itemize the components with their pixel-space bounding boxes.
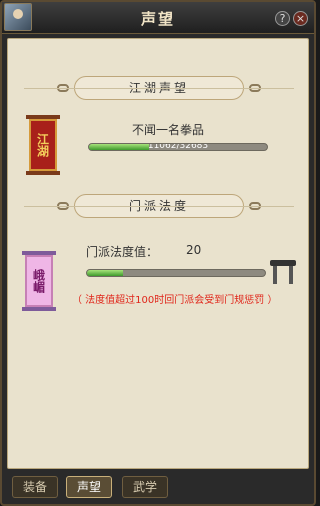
sect-law-progress-bar — [86, 269, 266, 277]
sect-law-value: 20 — [186, 243, 202, 257]
emei-banner-text: 峨嵋 — [25, 255, 53, 307]
sect-gate-icon[interactable] — [270, 260, 296, 284]
title-bar[interactable]: 声望 ? × — [2, 2, 314, 34]
emei-banner-icon: 峨嵋 — [22, 251, 56, 311]
content-panel: 江湖声望 江湖 不闻一名拳品 11062/32683 门派法度 峨嵋 门派法度值… — [7, 38, 309, 469]
help-button[interactable]: ? — [275, 11, 290, 26]
close-button[interactable]: × — [293, 11, 308, 26]
bottom-tabs: 装备 声望 武学 — [2, 474, 314, 504]
reputation-window: 声望 ? × 江湖声望 江湖 不闻一名拳品 11062/32683 门派法度 峨… — [0, 0, 316, 506]
jianghu-banner-text: 江湖 — [29, 119, 57, 171]
sect-warning-text: （ 法度值超过100时回门派会受到门规惩罚 ） — [72, 295, 278, 306]
divider — [24, 206, 294, 207]
jianghu-banner-icon: 江湖 — [26, 115, 60, 175]
window-title: 声望 — [140, 10, 175, 28]
tab-reputation[interactable]: 声望 — [66, 476, 112, 498]
tab-martial-arts[interactable]: 武学 — [122, 476, 168, 498]
divider — [24, 88, 294, 89]
sect-law-progress-fill — [87, 270, 123, 276]
jianghu-rank: 不闻一名拳品 — [132, 123, 205, 137]
jianghu-progress-bar: 11062/32683 — [88, 143, 268, 151]
tab-equipment[interactable]: 装备 — [12, 476, 58, 498]
sect-law-label: 门派法度值： — [86, 245, 159, 259]
jianghu-progress-text: 11062/32683 — [147, 143, 209, 151]
